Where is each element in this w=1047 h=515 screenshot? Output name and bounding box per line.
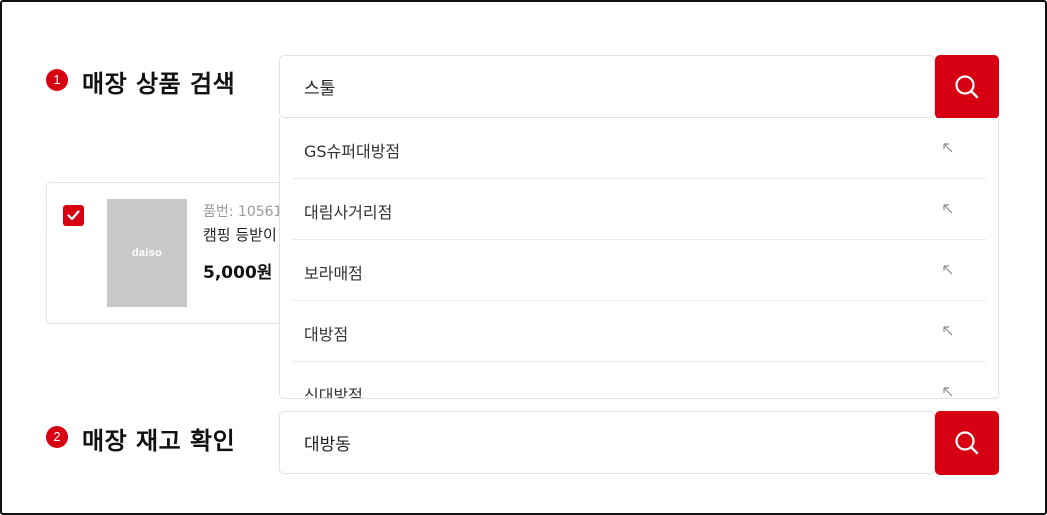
suggestion-label: 신대방점 xyxy=(304,386,363,399)
product-checkbox[interactable] xyxy=(63,205,84,226)
product-search-button[interactable] xyxy=(935,55,999,119)
check-icon xyxy=(67,210,80,221)
app-frame: 1 매장 상품 검색 daiso 품번: 10561 캠핑 등받이 5,000원… xyxy=(0,0,1047,515)
step-badge-2: 2 xyxy=(46,426,68,448)
section-title-product-search: 매장 상품 검색 xyxy=(82,70,236,98)
arrow-up-left-icon[interactable] xyxy=(942,203,954,215)
product-search-box xyxy=(279,55,935,118)
suggestion-label: 보라매점 xyxy=(304,264,363,283)
step-badge-1: 1 xyxy=(46,69,68,91)
store-search-button[interactable] xyxy=(935,411,999,475)
suggestion-item[interactable]: 대방점 xyxy=(292,301,986,362)
product-search-input[interactable] xyxy=(304,56,904,117)
suggestion-label: GS슈퍼대방점 xyxy=(304,142,401,161)
suggestion-label: 대림사거리점 xyxy=(304,203,393,222)
store-search-input[interactable] xyxy=(304,412,904,473)
search-icon xyxy=(955,431,979,455)
store-search-box xyxy=(279,411,935,474)
product-card[interactable]: daiso 품번: 10561 캠핑 등받이 5,000원 xyxy=(46,182,306,324)
arrow-up-left-icon[interactable] xyxy=(942,264,954,276)
arrow-up-left-icon[interactable] xyxy=(942,325,954,337)
arrow-up-left-icon[interactable] xyxy=(942,142,954,154)
suggestion-item[interactable]: 대림사거리점 xyxy=(292,179,986,240)
search-icon xyxy=(955,75,979,99)
suggestion-item[interactable]: 보라매점 xyxy=(292,240,986,301)
product-number: 품번: 10561 xyxy=(203,204,283,220)
product-name: 캠핑 등받이 xyxy=(203,226,277,244)
suggestion-item[interactable]: GS슈퍼대방점 xyxy=(292,118,986,179)
suggestion-label: 대방점 xyxy=(304,325,349,344)
suggestion-item[interactable]: 신대방점 xyxy=(292,362,986,399)
product-thumbnail: daiso xyxy=(107,199,187,307)
thumbnail-logo-text: daiso xyxy=(131,247,163,259)
section-title-stock-check: 매장 재고 확인 xyxy=(82,427,236,455)
product-price: 5,000원 xyxy=(203,263,273,283)
arrow-up-left-icon[interactable] xyxy=(942,386,954,398)
store-suggestion-dropdown: GS슈퍼대방점 대림사거리점 보라매점 대방점 신대방점 xyxy=(279,118,999,399)
